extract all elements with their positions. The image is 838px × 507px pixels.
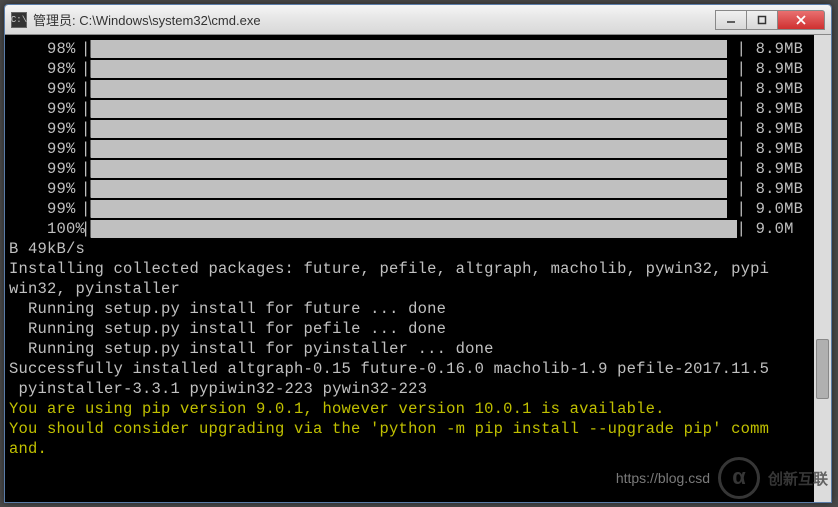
titlebar[interactable]: C:\ 管理员: C:\Windows\system32\cmd.exe [5, 5, 831, 35]
progress-line: 98% |███████████████████████████████████… [9, 59, 827, 79]
running-line-3: Running setup.py install for pyinstaller… [9, 339, 827, 359]
progress-bar: |███████████████████████████████████████… [81, 99, 756, 119]
progress-size: 8.9MB [756, 119, 804, 139]
progress-bar: |███████████████████████████████████████… [81, 219, 756, 239]
minimize-button[interactable] [715, 10, 747, 30]
progress-percent: 99% [9, 199, 81, 219]
installing-line: Installing collected packages: future, p… [9, 259, 827, 279]
close-button[interactable] [777, 10, 825, 30]
cmd-icon: C:\ [11, 12, 27, 28]
progress-bar: |███████████████████████████████████████… [81, 199, 756, 219]
progress-bar: |███████████████████████████████████████… [81, 179, 756, 199]
warning-line-3: and. [9, 439, 827, 459]
success-line-1: Successfully installed altgraph-0.15 fut… [9, 359, 827, 379]
progress-percent: 99% [9, 159, 81, 179]
maximize-button[interactable] [746, 10, 778, 30]
window-controls [716, 10, 825, 30]
progress-percent: 99% [9, 139, 81, 159]
progress-percent: 99% [9, 119, 81, 139]
progress-bar: |███████████████████████████████████████… [81, 119, 756, 139]
progress-size: 8.9MB [756, 139, 804, 159]
progress-percent: 99% [9, 99, 81, 119]
progress-size: 9.0MB [756, 199, 804, 219]
progress-line: 99% |███████████████████████████████████… [9, 199, 827, 219]
installing-line-2: win32, pyinstaller [9, 279, 827, 299]
progress-size: 8.9MB [756, 99, 804, 119]
progress-bar: |███████████████████████████████████████… [81, 39, 756, 59]
progress-percent: 98% [9, 59, 81, 79]
progress-size: 8.9MB [756, 159, 804, 179]
progress-line: 99% |███████████████████████████████████… [9, 119, 827, 139]
progress-size: 9.0M [756, 219, 794, 239]
running-line-1: Running setup.py install for future ... … [9, 299, 827, 319]
minimize-icon [726, 15, 736, 25]
watermark-logo-icon: α [718, 457, 760, 499]
progress-size: 8.9MB [756, 179, 804, 199]
progress-percent: 99% [9, 179, 81, 199]
progress-line: 99% |███████████████████████████████████… [9, 139, 827, 159]
close-icon [795, 14, 807, 26]
terminal-output[interactable]: 98% |███████████████████████████████████… [5, 35, 831, 502]
progress-size: 8.9MB [756, 59, 804, 79]
progress-line: 99% |███████████████████████████████████… [9, 99, 827, 119]
progress-line: 99% |███████████████████████████████████… [9, 159, 827, 179]
speed-line: B 49kB/s [9, 239, 827, 259]
watermark-text: 创新互联 [768, 468, 828, 489]
scrollbar[interactable] [814, 35, 831, 502]
window-title: 管理员: C:\Windows\system32\cmd.exe [33, 10, 716, 29]
progress-percent: 100% [9, 219, 81, 239]
progress-line: 99% |███████████████████████████████████… [9, 79, 827, 99]
progress-bar: |███████████████████████████████████████… [81, 59, 756, 79]
maximize-icon [757, 15, 767, 25]
progress-percent: 98% [9, 39, 81, 59]
progress-line: 100% |██████████████████████████████████… [9, 219, 827, 239]
progress-percent: 99% [9, 79, 81, 99]
progress-bar: |███████████████████████████████████████… [81, 79, 756, 99]
progress-size: 8.9MB [756, 79, 804, 99]
progress-size: 8.9MB [756, 39, 804, 59]
running-line-2: Running setup.py install for pefile ... … [9, 319, 827, 339]
scrollbar-thumb[interactable] [816, 339, 829, 399]
progress-line: 99% |███████████████████████████████████… [9, 179, 827, 199]
watermark-url: https://blog.csd [616, 470, 710, 486]
progress-line: 98% |███████████████████████████████████… [9, 39, 827, 59]
progress-bar: |███████████████████████████████████████… [81, 139, 756, 159]
progress-bar: |███████████████████████████████████████… [81, 159, 756, 179]
warning-line-1: You are using pip version 9.0.1, however… [9, 399, 827, 419]
watermark: https://blog.csd α 创新互联 [616, 457, 828, 499]
cmd-window: C:\ 管理员: C:\Windows\system32\cmd.exe 98%… [4, 4, 832, 503]
warning-line-2: You should consider upgrading via the 'p… [9, 419, 827, 439]
success-line-2: pyinstaller-3.3.1 pypiwin32-223 pywin32-… [9, 379, 827, 399]
